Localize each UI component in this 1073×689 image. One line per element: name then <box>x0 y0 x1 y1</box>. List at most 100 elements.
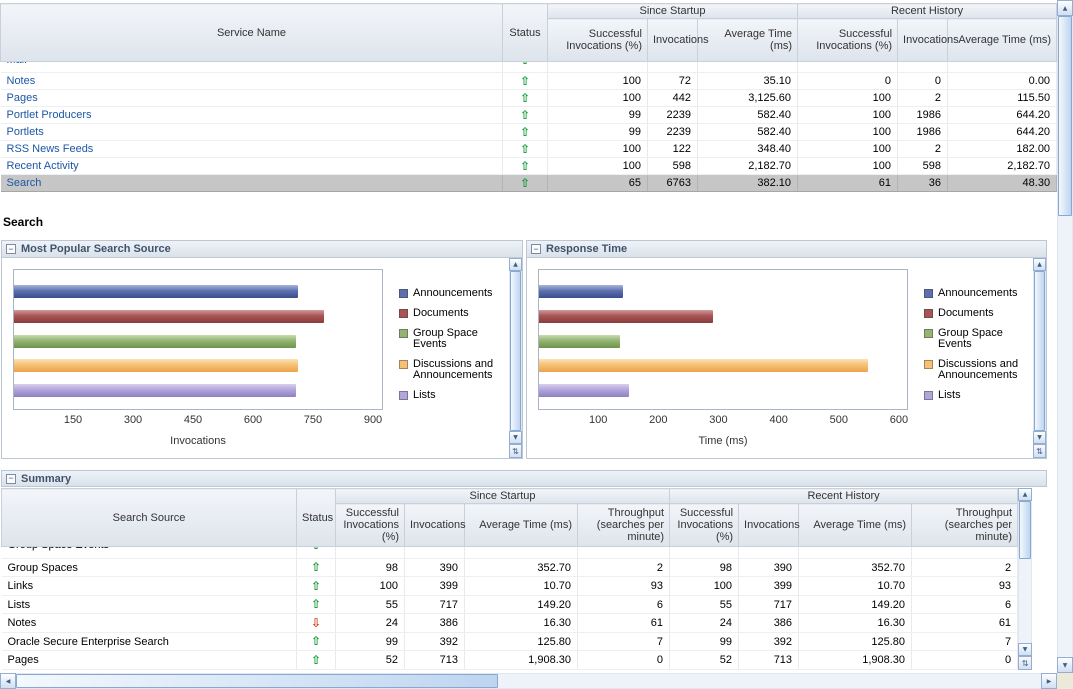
cell-name: Recent Activity <box>0 157 503 175</box>
legend-swatch-icon <box>399 391 408 400</box>
scrollbar-track[interactable] <box>509 271 522 431</box>
resize-corner[interactable]: ⇅ <box>509 444 522 458</box>
scrollbar-track[interactable] <box>16 673 1041 689</box>
down-arrow-icon: ▼ <box>513 434 518 441</box>
table-row[interactable]: Portlets ⇧ 99 2239 582.40 100 1986 644.20 <box>0 123 1058 141</box>
legend-label: Documents <box>938 307 994 319</box>
table-row[interactable]: Recent Activity ⇧ 100 598 2,182.70 100 598 2,18… <box>0 157 1058 175</box>
scroll-left-button[interactable]: ◀ <box>0 673 16 689</box>
scroll-up-button[interactable]: ▲ <box>1033 258 1046 271</box>
table-row[interactable]: Oracle Secure Enterprise Search ⇧ 99 392 125… <box>1 632 1019 652</box>
service-link[interactable]: Portlet Producers <box>7 109 92 121</box>
collapse-icon[interactable]: − <box>6 473 16 484</box>
collapse-icon[interactable]: − <box>6 244 16 254</box>
table-row[interactable]: Mail ⇧ <box>0 61 1058 73</box>
scrollbar-thumb[interactable] <box>1058 16 1072 216</box>
legend-swatch-icon <box>399 360 408 369</box>
service-link[interactable]: Search <box>7 177 42 189</box>
cell-value: 352.70 <box>798 558 913 578</box>
scrollbar-thumb[interactable] <box>510 271 521 431</box>
resize-corner[interactable]: ⇅ <box>1033 444 1046 458</box>
summary-scrollbar[interactable]: ▲ ▼ ⇅ <box>1018 488 1033 670</box>
scrollbar-track[interactable] <box>1057 16 1073 657</box>
table-row[interactable]: Portlet Producers ⇧ 99 2239 582.40 100 1986 644… <box>0 106 1058 124</box>
legend-item: Lists <box>399 390 509 401</box>
cell-value: 100 <box>335 576 405 596</box>
scrollbar-track[interactable] <box>1033 271 1046 431</box>
cell-value <box>669 546 740 559</box>
scrollbar-track[interactable] <box>1018 501 1033 643</box>
source-name: Notes <box>7 617 37 630</box>
cell-value: 100 <box>547 140 648 158</box>
table-row[interactable]: Search ⇧ 65 6763 382.10 61 36 48.30 <box>0 174 1058 192</box>
scroll-up-button[interactable]: ▲ <box>509 258 522 271</box>
panel-title: Response Time <box>546 243 628 255</box>
scrollbar-thumb[interactable] <box>1034 271 1045 431</box>
cell-value: 717 <box>404 595 465 615</box>
legend-label: Discussions and Announcements <box>413 358 494 381</box>
cell-value: 122 <box>647 140 698 158</box>
scrollbar-thumb[interactable] <box>16 674 498 688</box>
chart-scrollbar[interactable]: ▲ ▼ ⇅ <box>509 258 522 458</box>
scroll-up-button[interactable]: ▲ <box>1057 0 1073 16</box>
cell-value: 2 <box>897 89 949 107</box>
cell-value: 399 <box>404 576 465 596</box>
service-link[interactable]: Recent Activity <box>7 160 79 172</box>
table-row[interactable]: Group Space Events ⇧ <box>1 546 1019 559</box>
cell-value: 100 <box>669 576 740 596</box>
bar-announcements <box>539 285 623 298</box>
cell-value: 100 <box>797 89 899 107</box>
legend-label: Announcements <box>938 287 1018 299</box>
table-row[interactable]: Notes ⇩ 24 386 16.30 61 24 386 16.30 61 <box>1 613 1019 633</box>
collapse-icon[interactable]: − <box>531 244 541 254</box>
legend-swatch-icon <box>399 309 408 318</box>
table-row[interactable]: Group Spaces ⇧ 98 390 352.70 2 98 390 352.70 2 <box>1 558 1019 578</box>
col-header-average-time: Average Time (ms) <box>798 503 913 547</box>
scrollbar-thumb[interactable] <box>1019 501 1032 559</box>
service-link[interactable]: Pages <box>7 92 38 104</box>
table-row[interactable]: RSS News Feeds ⇧ 100 122 348.40 100 2 182.00 <box>0 140 1058 158</box>
scroll-up-button[interactable]: ▲ <box>1018 488 1033 501</box>
legend-item: Documents <box>399 308 509 319</box>
table-row[interactable]: Pages ⇧ 100 442 3,125.60 100 2 115.50 <box>0 89 1058 107</box>
scroll-down-button[interactable]: ▼ <box>509 431 522 444</box>
search-section-title: Search <box>3 215 44 229</box>
scroll-down-button[interactable]: ▼ <box>1057 657 1073 673</box>
col-header-invocations: Invocations <box>404 503 466 547</box>
cell-value: 6 <box>577 595 671 615</box>
col-header-successful-invocations: Successful Invocations (%) <box>547 18 648 62</box>
service-link[interactable]: RSS News Feeds <box>7 143 94 155</box>
table-row[interactable]: Pages ⇧ 52 713 1,908.30 0 52 713 1,908.30 0 <box>1 650 1019 670</box>
cell-value: 2 <box>577 558 671 578</box>
cell-name: Notes <box>1 613 297 633</box>
resize-corner[interactable]: ⇅ <box>1018 656 1033 670</box>
scroll-down-button[interactable]: ▼ <box>1033 431 1046 444</box>
scroll-down-button[interactable]: ▼ <box>1018 643 1033 656</box>
scroll-right-button[interactable]: ▶ <box>1041 673 1057 689</box>
table-row[interactable]: Lists ⇧ 55 717 149.20 6 55 717 149.20 6 <box>1 595 1019 615</box>
cell-value: 713 <box>738 650 800 670</box>
table-row[interactable]: Links ⇧ 100 399 10.70 93 100 399 10.70 93 <box>1 576 1019 596</box>
clipped-cell-content <box>411 547 458 557</box>
service-link[interactable]: Mail <box>7 62 27 66</box>
status-up-icon: ⇧ <box>519 107 531 122</box>
cell-name: Group Spaces <box>1 558 297 578</box>
vertical-scrollbar[interactable]: ▲ ▼ <box>1057 0 1073 673</box>
horizontal-scrollbar[interactable]: ◀ ▶ <box>0 673 1057 689</box>
service-link[interactable]: Notes <box>7 75 36 87</box>
table-row[interactable]: Notes ⇧ 100 72 35.10 0 0 0.00 <box>0 72 1058 90</box>
cell-value <box>647 61 698 73</box>
chart-scrollbar[interactable]: ▲ ▼ ⇅ <box>1033 258 1046 458</box>
col-header-service-name: Service Name <box>0 3 503 62</box>
cell-value: 390 <box>404 558 465 578</box>
status-up-icon: ⇧ <box>519 141 531 156</box>
cell-value <box>404 546 465 559</box>
cell-value: 392 <box>738 632 800 652</box>
cell-value: 93 <box>577 576 671 596</box>
cell-value: 93 <box>911 576 1019 596</box>
cell-value: 100 <box>547 89 648 107</box>
cell-value: 10.70 <box>464 576 578 596</box>
service-link[interactable]: Portlets <box>7 126 44 138</box>
cell-status: ⇩ <box>296 613 336 633</box>
clipped-cell-content: Group Space Events <box>8 547 291 557</box>
